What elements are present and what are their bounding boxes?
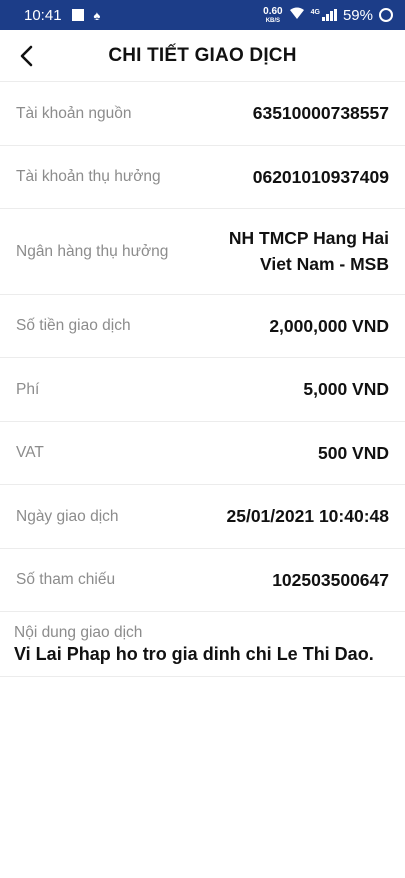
app-notification-icon: ♠ <box>93 7 101 23</box>
header: CHI TIẾT GIAO DỊCH <box>0 30 405 82</box>
source-account-value: 63510000738557 <box>252 103 389 123</box>
row-fee: Phí 5,000 VND <box>0 358 405 422</box>
back-button[interactable] <box>10 40 42 72</box>
wifi-signal-icon <box>289 7 305 24</box>
status-time: 10:41 <box>24 6 62 24</box>
row-beneficiary-account: Tài khoản thụ hưởng 06201010937409 <box>0 146 405 209</box>
vat-label: VAT <box>16 444 44 461</box>
reference-number-label: Số tham chiếu <box>16 571 116 588</box>
row-transaction-date: Ngày giao dịch 25/01/2021 10:40:48 <box>0 485 405 549</box>
row-source-account: Tài khoản nguồn 63510000738557 <box>0 82 405 146</box>
reference-number-value: 102503500647 <box>272 569 389 590</box>
cellular-signal-icon: 4G <box>311 9 337 21</box>
amount-value: 2,000,000 VND <box>269 315 389 336</box>
chevron-left-icon <box>20 45 33 67</box>
source-account-label: Tài khoản nguồn <box>16 104 132 122</box>
row-beneficiary-bank: Ngân hàng thụ hưởng NH TMCP Hang Hai Vie… <box>0 209 405 295</box>
battery-icon <box>379 8 393 22</box>
transaction-date-label: Ngày giao dịch <box>16 507 119 525</box>
row-vat: VAT 500 VND <box>0 422 405 485</box>
fee-value: 5,000 VND <box>303 379 389 399</box>
beneficiary-bank-label: Ngân hàng thụ hưởng <box>16 242 169 260</box>
row-reference-number: Số tham chiếu 102503500647 <box>0 549 405 612</box>
fee-label: Phí <box>16 380 40 398</box>
description-value: Vi Lai Phap ho tro gia dinh chi Le Thi D… <box>14 644 374 664</box>
amount-label: Số tiền giao dịch <box>16 317 131 334</box>
battery-percentage: 59% <box>342 6 373 24</box>
beneficiary-bank-value: NH TMCP Hang Hai Viet Nam - MSB <box>229 226 389 277</box>
transaction-detail-card: CHI TIẾT GIAO DỊCH Tài khoản nguồn 63510… <box>0 30 405 878</box>
beneficiary-bank-line-2: Viet Nam - MSB <box>259 253 389 274</box>
status-bar: 10:41 ♠ 0.60 KB/S 4G 59% <box>0 0 405 30</box>
description-label: Nội dung giao dịch <box>14 624 143 641</box>
network-type: 4G <box>310 9 320 16</box>
page-title: CHI TIẾT GIAO DỊCH <box>108 44 297 66</box>
row-amount: Số tiền giao dịch 2,000,000 VND <box>0 295 405 358</box>
beneficiary-account-label: Tài khoản thụ hưởng <box>16 168 161 185</box>
notification-icon <box>71 9 84 21</box>
beneficiary-bank-line-1: NH TMCP Hang Hai <box>228 228 389 249</box>
row-description: Nội dung giao dịch Vi Lai Phap ho tro gi… <box>0 612 405 677</box>
network-speed: 0.60 KB/S <box>263 5 283 24</box>
vat-value: 500 VND <box>317 442 389 463</box>
network-speed-unit: KB/S <box>265 17 281 24</box>
beneficiary-account-value: 06201010937409 <box>252 166 389 187</box>
transaction-date-value: 25/01/2021 10:40:48 <box>226 506 390 526</box>
network-speed-value: 0.60 <box>263 5 283 17</box>
